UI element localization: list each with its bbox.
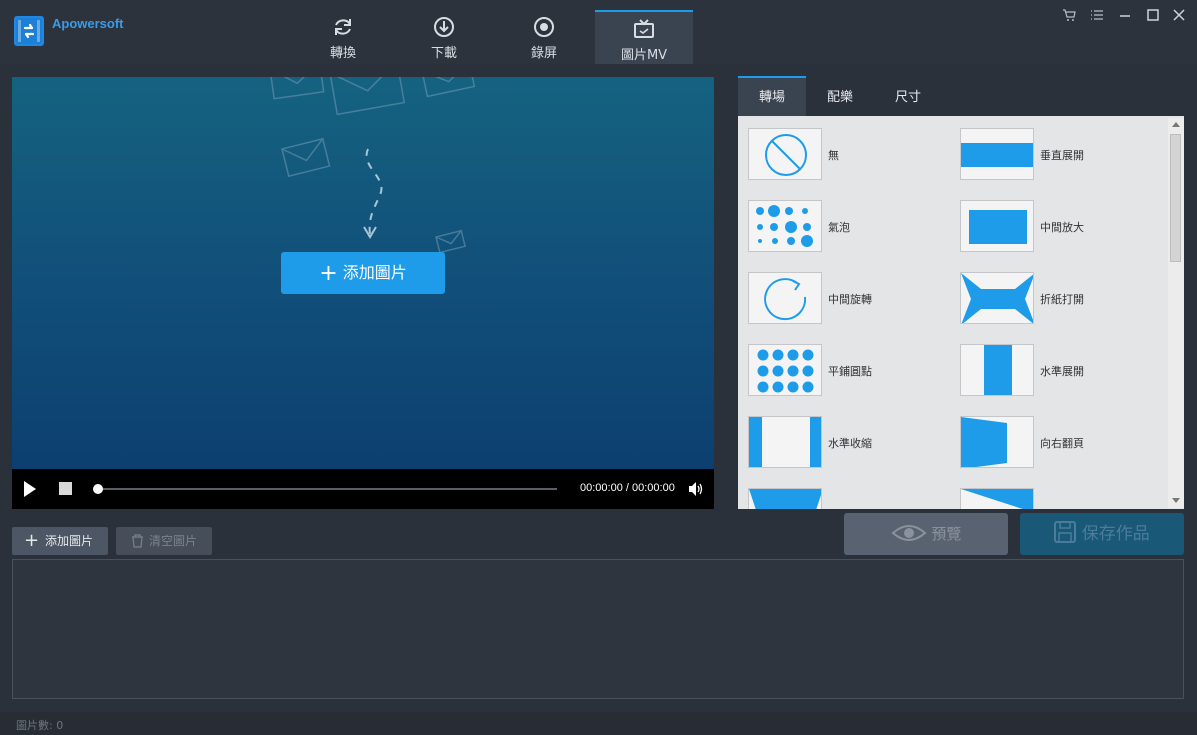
refresh-icon (335, 19, 351, 35)
trapezoid-transition-icon (748, 488, 822, 509)
transition-page-flip-right[interactable]: 向右翻頁 (960, 416, 1160, 470)
transition-partial[interactable] (960, 488, 1040, 509)
center-zoom-icon (960, 200, 1034, 252)
time-display: 00:00:00 / 00:00:00 (580, 482, 675, 494)
transition-label: 中間旋轉 (828, 293, 872, 306)
transition-label: 水準展開 (1040, 365, 1084, 378)
transition-bubbles[interactable]: 氣泡 (748, 200, 948, 254)
transition-label: 垂直展開 (1040, 149, 1084, 162)
close-icon[interactable] (1172, 8, 1186, 22)
tab-transition[interactable]: 轉場 (738, 76, 806, 116)
eye-icon (891, 525, 927, 541)
transition-horizontal-shrink[interactable]: 水準收縮 (748, 416, 948, 470)
save-work-label: 保存作品 (1081, 524, 1150, 544)
title-bar: Apowersoft 轉換 下載 錄屏 圖片MV (0, 0, 1197, 64)
preview-label: 預覽 (931, 525, 962, 543)
transition-vertical-expand[interactable]: 垂直展開 (960, 128, 1160, 182)
tiled-dots-icon (748, 344, 822, 396)
tab-label: 下載 (430, 46, 457, 61)
page-flip-right-icon (960, 416, 1034, 468)
plus-icon: + (24, 530, 40, 551)
tab-photo-mv[interactable]: 圖片MV (595, 10, 693, 64)
right-panel-tabs: 轉場 配樂 尺寸 (738, 76, 1184, 116)
tab-label: 轉換 (329, 46, 356, 61)
record-icon (534, 17, 554, 37)
add-images-button[interactable]: + 添加圖片 (12, 527, 108, 555)
scroll-thumb[interactable] (1170, 134, 1181, 262)
image-list-area[interactable] (12, 559, 1184, 699)
transition-center-zoom[interactable]: 中間放大 (960, 200, 1160, 254)
tv-icon (634, 19, 654, 38)
plus-icon: + (319, 261, 338, 286)
add-images-label: 添加圖片 (45, 534, 94, 548)
transition-label: 水準收縮 (828, 437, 872, 450)
preview-area[interactable]: + 添加圖片 (12, 77, 714, 469)
stop-icon[interactable] (59, 482, 72, 495)
diagonal-transition-icon (960, 488, 1034, 509)
save-icon (1054, 521, 1077, 543)
save-work-button[interactable]: 保存作品 (1020, 513, 1184, 555)
tab-record[interactable]: 錄屏 (495, 10, 593, 64)
trash-icon (132, 534, 143, 548)
preview-button[interactable]: 預覽 (844, 513, 1008, 555)
transition-label: 折紙打開 (1040, 293, 1084, 306)
transition-label: 氣泡 (828, 221, 850, 234)
tab-label: 圖片MV (620, 48, 668, 63)
add-images-center-button[interactable]: + 添加圖片 (281, 252, 445, 294)
transition-horizontal-expand[interactable]: 水準展開 (960, 344, 1160, 398)
transition-tiled-dots[interactable]: 平鋪圓點 (748, 344, 948, 398)
seek-knob[interactable] (93, 484, 103, 494)
status-bar: 圖片數: 0 (0, 712, 1197, 735)
play-icon[interactable] (24, 481, 36, 497)
transition-label: 向右翻頁 (1040, 437, 1084, 450)
transition-label: 無 (828, 149, 839, 162)
transition-label: 平鋪圓點 (828, 365, 872, 378)
vertical-expand-icon (960, 128, 1034, 180)
bubbles-icon (748, 200, 822, 252)
volume-icon[interactable] (688, 481, 704, 497)
seek-bar[interactable] (98, 488, 557, 490)
transitions-scrollbar[interactable] (1168, 118, 1184, 508)
transition-label: 中間放大 (1040, 221, 1084, 234)
transition-fold-open[interactable]: 折紙打開 (960, 272, 1160, 326)
menu-icon[interactable] (1090, 8, 1104, 22)
scroll-down-icon[interactable] (1172, 498, 1180, 503)
transition-center-rotate[interactable]: 中間旋轉 (748, 272, 948, 326)
minimize-icon[interactable] (1118, 8, 1132, 22)
transitions-panel: 無 垂直展開 氣泡 中間放大 中間旋轉 折紙打開 平鋪圓點 水準展開 水準收縮 … (738, 116, 1184, 509)
fold-open-icon (960, 272, 1034, 324)
player-controls: 00:00:00 / 00:00:00 (12, 469, 714, 509)
tab-convert[interactable]: 轉換 (294, 10, 392, 64)
tab-label: 錄屏 (530, 46, 557, 61)
center-rotate-icon (748, 272, 822, 324)
scroll-up-icon[interactable] (1172, 122, 1180, 127)
clear-images-label: 清空圖片 (149, 534, 198, 548)
maximize-icon[interactable] (1146, 8, 1160, 22)
horizontal-shrink-icon (748, 416, 822, 468)
none-icon (748, 128, 822, 180)
add-images-center-label: 添加圖片 (342, 263, 407, 282)
clear-images-button[interactable]: 清空圖片 (116, 527, 212, 555)
transition-partial[interactable] (748, 488, 828, 509)
app-logo-icon (14, 16, 44, 46)
image-count: 圖片數: 0 (16, 719, 64, 732)
transition-none[interactable]: 無 (748, 128, 948, 182)
tab-size[interactable]: 尺寸 (880, 76, 936, 116)
cart-icon[interactable] (1062, 8, 1076, 22)
horizontal-expand-icon (960, 344, 1034, 396)
app-name: Apowersoft (52, 16, 124, 31)
download-icon (434, 17, 454, 37)
tab-music[interactable]: 配樂 (812, 76, 868, 116)
tab-download[interactable]: 下載 (395, 10, 493, 64)
